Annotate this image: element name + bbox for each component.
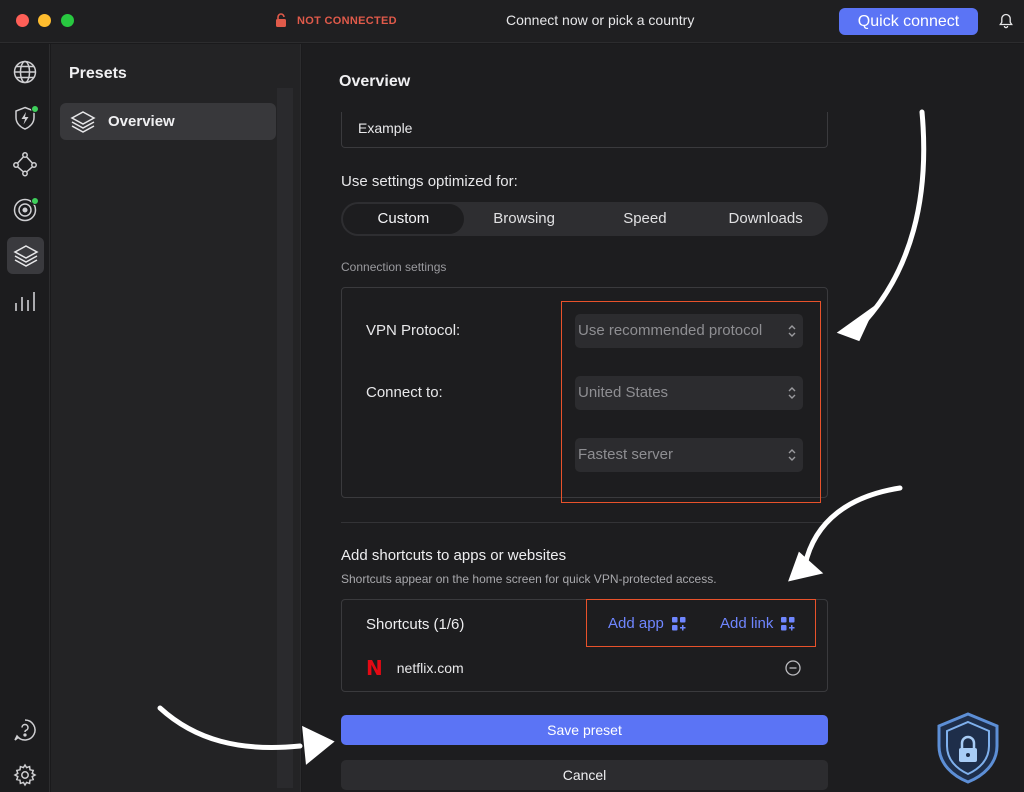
save-preset-button[interactable]: Save preset [341, 715, 828, 745]
netflix-logo-icon: N [366, 656, 383, 680]
add-buttons-highlight-box [586, 599, 816, 647]
minimize-window-button[interactable] [38, 14, 51, 27]
segment-custom[interactable]: Custom [343, 204, 464, 234]
zoom-window-button[interactable] [61, 14, 74, 27]
presets-sidebar: Presets Overview [51, 44, 301, 792]
presets-title: Presets [69, 65, 127, 82]
preset-item-label: Overview [108, 113, 175, 130]
close-window-button[interactable] [16, 14, 29, 27]
help-icon[interactable] [9, 714, 41, 746]
main-panel: Overview Example Use settings optimized … [302, 44, 1024, 792]
title-bar: NOT CONNECTED Connect now or pick a coun… [0, 0, 1024, 43]
connection-settings-label: Connection settings [341, 260, 447, 274]
optimization-segmented-control: Custom Browsing Speed Downloads [341, 202, 828, 236]
bell-icon[interactable] [999, 13, 1013, 29]
list-item: N netflix.com [366, 656, 464, 680]
page-title: Overview [339, 73, 411, 90]
icon-rail [0, 44, 50, 792]
settings-icon[interactable] [9, 759, 41, 791]
cancel-button[interactable]: Cancel [341, 760, 828, 790]
shortcuts-count: Shortcuts (1/6) [366, 616, 465, 633]
quick-connect-button[interactable]: Quick connect [839, 8, 978, 35]
selects-highlight-box [561, 301, 821, 503]
segment-downloads[interactable]: Downloads [705, 204, 826, 234]
preset-name-field[interactable]: Example [341, 112, 828, 148]
globe-icon[interactable] [9, 56, 41, 88]
presets-scrollbar[interactable] [277, 88, 293, 788]
shortcuts-title: Add shortcuts to apps or websites [341, 547, 567, 564]
segment-speed[interactable]: Speed [585, 204, 706, 234]
shortcuts-subtitle: Shortcuts appear on the home screen for … [341, 572, 717, 586]
target-icon[interactable] [9, 194, 41, 226]
layers-icon[interactable] [7, 237, 44, 274]
remove-circle-icon[interactable] [785, 660, 801, 676]
vpn-protocol-label: VPN Protocol: [366, 322, 461, 339]
connection-status: NOT CONNECTED [275, 13, 397, 28]
connect-prompt[interactable]: Connect now or pick a country [506, 12, 694, 28]
shortcut-label: netflix.com [396, 660, 464, 676]
preset-item-overview[interactable]: Overview [60, 103, 276, 140]
layers-icon [70, 110, 96, 133]
connect-to-label: Connect to: [366, 384, 443, 401]
unlocked-icon [276, 13, 286, 27]
shield-bolt-icon[interactable] [9, 102, 41, 134]
divider [341, 522, 828, 523]
segment-browsing[interactable]: Browsing [464, 204, 585, 234]
optimized-for-label: Use settings optimized for: [341, 173, 518, 190]
status-text: NOT CONNECTED [297, 14, 397, 27]
stats-icon[interactable] [9, 286, 41, 318]
mesh-network-icon[interactable] [9, 148, 41, 180]
